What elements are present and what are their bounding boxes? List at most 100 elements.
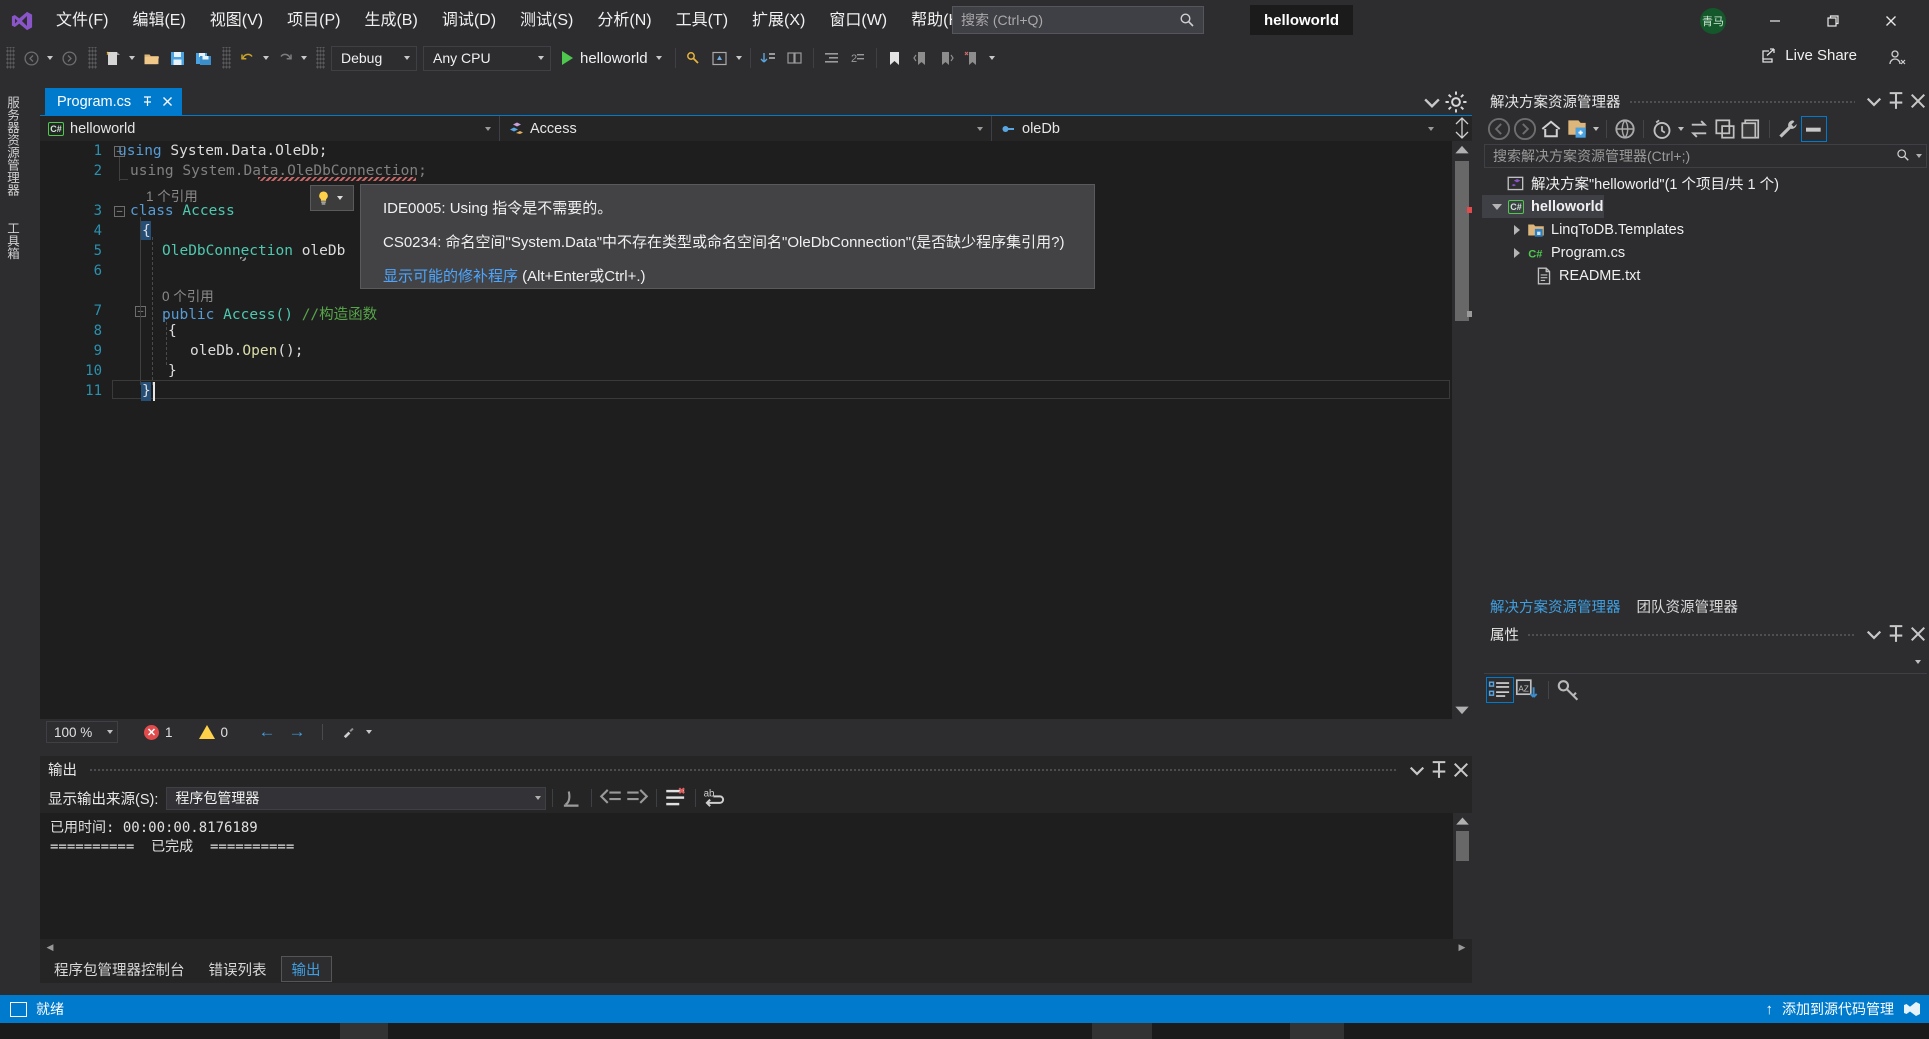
previous-issue-button[interactable]: ← [252, 721, 282, 743]
start-debug-button[interactable]: helloworld [554, 45, 670, 71]
undo-dropdown[interactable] [260, 45, 272, 71]
pin-icon[interactable] [141, 95, 154, 108]
editor-vertical-scrollbar[interactable] [1452, 141, 1472, 719]
code-cleanup-icon[interactable] [333, 721, 363, 743]
source-control-icon[interactable] [1903, 1000, 1921, 1018]
output-vertical-scrollbar[interactable] [1453, 813, 1472, 953]
panel-drag-dots[interactable] [89, 768, 1396, 771]
open-folder-icon[interactable] [138, 45, 164, 71]
live-preview-dropdown[interactable] [733, 45, 745, 71]
codelens-reference-0[interactable]: 0 个引用 [162, 285, 214, 305]
code-cleanup-dropdown[interactable] [363, 719, 375, 745]
taskbar-item[interactable] [1290, 1023, 1344, 1039]
split-editor-handle[interactable] [1452, 115, 1472, 141]
go-to-next-message-icon[interactable] [624, 786, 650, 810]
toolbar-grip[interactable] [6, 47, 15, 69]
toolbar-grip-4[interactable] [316, 47, 325, 69]
show-potential-fixes-link[interactable]: 显示可能的修补程序 [383, 268, 518, 285]
minimize-button[interactable] [1752, 0, 1798, 41]
toolbar-overflow-button[interactable] [986, 45, 998, 71]
solution-config-combo[interactable]: Debug [331, 46, 417, 71]
menu-view[interactable]: 视图(V) [198, 0, 275, 41]
redo-icon[interactable] [272, 45, 298, 71]
upload-icon[interactable]: ↑ [1766, 1001, 1774, 1018]
panel-drag-dots[interactable] [1527, 633, 1855, 636]
zoom-level-combo[interactable]: 100 % [46, 721, 118, 743]
property-pages-key-icon[interactable] [1555, 677, 1583, 703]
forward-icon[interactable] [1512, 116, 1538, 142]
navigate-backward-dropdown[interactable] [44, 45, 56, 71]
switch-views-icon[interactable] [1564, 116, 1590, 142]
panel-pin-icon[interactable] [1428, 756, 1450, 783]
nav-member-combo[interactable]: oleDb [992, 116, 1442, 142]
properties-window-icon[interactable] [1738, 116, 1764, 142]
go-to-previous-message-icon[interactable] [598, 786, 624, 810]
document-tab-program-cs[interactable]: Program.cs [45, 88, 182, 115]
menu-test[interactable]: 测试(S) [508, 0, 585, 41]
home-icon[interactable] [1538, 116, 1564, 142]
scroll-up-icon[interactable] [1453, 813, 1472, 829]
tab-error-list[interactable]: 错误列表 [199, 956, 277, 982]
next-bookmark-icon[interactable] [934, 45, 960, 71]
quick-actions-lightbulb-button[interactable] [310, 185, 354, 211]
new-project-dropdown[interactable] [126, 45, 138, 71]
redo-dropdown[interactable] [298, 45, 310, 71]
panel-close-icon[interactable] [1907, 88, 1929, 114]
menu-project[interactable]: 项目(P) [275, 0, 352, 41]
output-text-area[interactable]: 已用时间: 00:00:00.8176189 ========== 已完成 ==… [40, 813, 1472, 953]
avatar[interactable]: 青马 [1700, 8, 1726, 34]
panel-dropdown-icon[interactable] [1406, 756, 1428, 783]
nav-project-combo[interactable]: C# helloworld [40, 116, 500, 142]
bookmark-icon[interactable] [882, 45, 908, 71]
tree-item-project-helloworld[interactable]: C# helloworld [1482, 195, 1604, 218]
scroll-right-icon[interactable]: ▶ [1454, 939, 1470, 955]
vtab-toolbox[interactable]: 工具箱 [0, 214, 25, 268]
search-icon[interactable] [1896, 148, 1910, 165]
taskbar-item[interactable] [340, 1023, 388, 1039]
output-source-combo[interactable]: 程序包管理器 [166, 787, 546, 810]
scroll-left-icon[interactable]: ◀ [42, 939, 58, 955]
solution-platform-combo[interactable]: Any CPU [423, 46, 551, 71]
menu-window[interactable]: 窗口(W) [817, 0, 899, 41]
clear-output-icon[interactable] [663, 786, 689, 810]
scroll-down-icon[interactable] [1452, 701, 1472, 719]
expander-closed-icon[interactable] [1508, 225, 1526, 235]
navigate-backward-icon[interactable] [18, 45, 44, 71]
add-to-source-control-label[interactable]: 添加到源代码管理 [1782, 999, 1894, 1019]
close-button[interactable] [1868, 0, 1914, 41]
close-icon[interactable] [161, 95, 174, 108]
step-over-icon[interactable] [782, 45, 808, 71]
panel-drag-dots[interactable] [1629, 100, 1856, 103]
save-icon[interactable] [164, 45, 190, 71]
pending-changes-dropdown[interactable] [1675, 116, 1686, 142]
navigate-forward-icon[interactable] [56, 45, 82, 71]
tree-item-program-cs[interactable]: C# Program.cs [1482, 241, 1929, 264]
tree-item-readme-txt[interactable]: README.txt [1482, 264, 1929, 287]
sync-icon[interactable] [1686, 116, 1712, 142]
next-issue-button[interactable]: → [282, 721, 312, 743]
tab-solution-explorer[interactable]: 解决方案资源管理器 [1482, 594, 1629, 618]
scroll-up-icon[interactable] [1452, 141, 1472, 159]
panel-dropdown-icon[interactable] [1863, 621, 1885, 647]
categorized-view-icon[interactable] [1486, 677, 1514, 703]
toolbar-grip-2[interactable] [88, 47, 97, 69]
chevron-down-icon[interactable] [1916, 154, 1922, 158]
show-all-files-icon[interactable] [1612, 116, 1638, 142]
expander-open-icon[interactable] [1488, 204, 1506, 210]
panel-dropdown-icon[interactable] [1863, 88, 1885, 114]
quick-search-input[interactable]: 搜索 (Ctrl+Q) [952, 6, 1204, 34]
scrollbar-thumb[interactable] [1455, 161, 1469, 321]
live-preview-icon[interactable] [707, 45, 733, 71]
menu-tools[interactable]: 工具(T) [664, 0, 740, 41]
output-horizontal-scrollbar[interactable]: ◀ ▶ [40, 939, 1472, 955]
menu-file[interactable]: 文件(F) [44, 0, 120, 41]
feedback-icon[interactable] [1887, 48, 1907, 68]
panel-close-icon[interactable] [1450, 756, 1472, 783]
panel-pin-icon[interactable] [1885, 88, 1907, 114]
tree-item-solution[interactable]: 解决方案"helloworld"(1 个项目/共 1 个) [1482, 172, 1929, 195]
panel-pin-icon[interactable] [1885, 621, 1907, 647]
step-into-icon[interactable] [756, 45, 782, 71]
properties-wrench-icon[interactable] [1775, 116, 1801, 142]
alphabetical-view-icon[interactable]: AZ [1514, 677, 1542, 703]
menu-extensions[interactable]: 扩展(X) [740, 0, 817, 41]
